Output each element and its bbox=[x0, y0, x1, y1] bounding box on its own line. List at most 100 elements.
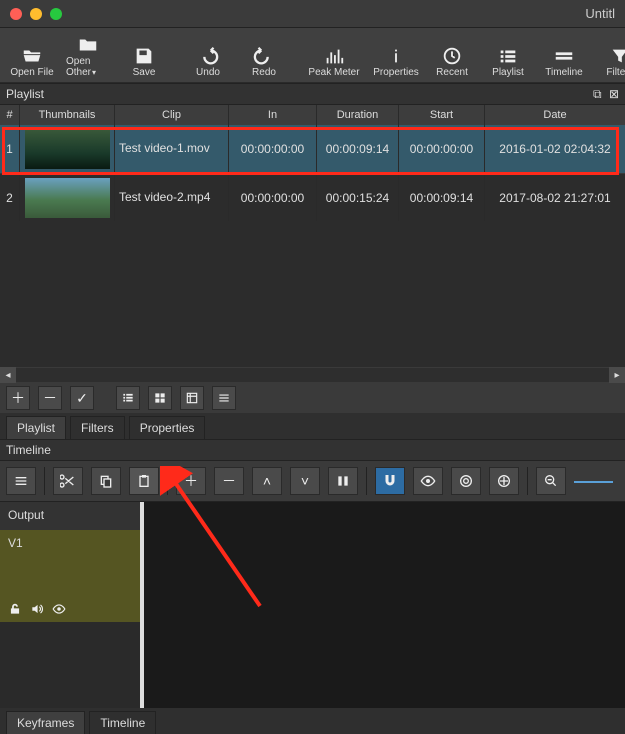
hamburger-icon bbox=[217, 391, 231, 405]
v1-label-text: V1 bbox=[8, 536, 23, 550]
titlebar: Untitl bbox=[0, 0, 625, 28]
scroll-right-button[interactable]: ▸ bbox=[609, 367, 625, 383]
panel-float-icon[interactable]: ⧉ bbox=[593, 87, 602, 101]
timeline-panel-header: Timeline bbox=[0, 439, 625, 461]
save-icon bbox=[133, 45, 155, 67]
save-label: Save bbox=[133, 67, 156, 78]
detail-view-icon bbox=[185, 391, 199, 405]
col-date[interactable]: Date bbox=[485, 105, 625, 125]
tab-filters[interactable]: Filters bbox=[70, 416, 125, 439]
list-icon bbox=[497, 45, 519, 67]
scroll-left-button[interactable]: ◂ bbox=[0, 367, 16, 383]
add-clip-button[interactable]: ＋ bbox=[6, 386, 30, 410]
append-button[interactable]: ＋ bbox=[176, 467, 206, 495]
playlist-panel-header: Playlist ⧉ ⊠ bbox=[0, 83, 625, 105]
tab-playlist[interactable]: Playlist bbox=[6, 416, 66, 439]
peak-meter-icon bbox=[323, 45, 345, 67]
playlist-panel-title: Playlist bbox=[6, 87, 44, 101]
timeline-toolbar: ＋ － ˄ ˅ bbox=[0, 461, 625, 502]
eye-icon bbox=[420, 473, 436, 489]
scroll-track[interactable] bbox=[16, 368, 609, 382]
open-other-label: Open Other▾ bbox=[66, 56, 110, 78]
playhead[interactable] bbox=[142, 502, 144, 708]
clipboard-icon bbox=[136, 473, 152, 489]
view-detail-button[interactable] bbox=[180, 386, 204, 410]
open-file-button[interactable]: Open File bbox=[6, 32, 58, 80]
v1-track-label[interactable]: V1 bbox=[0, 530, 140, 622]
copy-button[interactable] bbox=[91, 467, 121, 495]
zoom-out-button[interactable] bbox=[536, 467, 566, 495]
overwrite-button[interactable]: ˅ bbox=[290, 467, 320, 495]
target-icon bbox=[458, 473, 474, 489]
row-in: 00:00:00:00 bbox=[229, 125, 317, 173]
close-window-button[interactable] bbox=[10, 8, 22, 20]
timeline-tracks: Output V1 bbox=[0, 502, 625, 708]
col-start[interactable]: Start bbox=[399, 105, 485, 125]
properties-label: Properties bbox=[373, 67, 419, 78]
track-canvas[interactable] bbox=[142, 502, 625, 708]
hide-icon[interactable] bbox=[52, 602, 66, 616]
ripple-button[interactable] bbox=[451, 467, 481, 495]
col-duration[interactable]: Duration bbox=[317, 105, 399, 125]
tab-timeline[interactable]: Timeline bbox=[89, 711, 156, 734]
list-view-icon bbox=[121, 391, 135, 405]
col-index[interactable]: # bbox=[0, 105, 20, 125]
playlist-row[interactable]: 2 Test video-2.mp4 00:00:00:00 00:00:15:… bbox=[0, 173, 625, 221]
redo-label: Redo bbox=[252, 67, 276, 78]
filters-button[interactable]: Filters bbox=[594, 32, 625, 80]
col-thumbnails[interactable]: Thumbnails bbox=[20, 105, 115, 125]
view-menu-button[interactable] bbox=[212, 386, 236, 410]
cut-button[interactable] bbox=[53, 467, 83, 495]
scrub-button[interactable] bbox=[413, 467, 443, 495]
tab-properties[interactable]: Properties bbox=[129, 416, 206, 439]
col-in[interactable]: In bbox=[229, 105, 317, 125]
row-thumbnail bbox=[20, 125, 115, 173]
zoom-slider[interactable] bbox=[574, 480, 619, 482]
main-toolbar: Open File Open Other▾ Save Undo Redo Pea… bbox=[0, 28, 625, 83]
split-button[interactable] bbox=[328, 467, 358, 495]
view-list-button[interactable] bbox=[116, 386, 140, 410]
open-other-button[interactable]: Open Other▾ bbox=[62, 32, 114, 80]
row-date: 2016-01-02 02:04:32 bbox=[485, 125, 625, 173]
recent-label: Recent bbox=[436, 67, 468, 78]
zoom-window-button[interactable] bbox=[50, 8, 62, 20]
playlist-table: # Thumbnails Clip In Duration Start Date… bbox=[0, 105, 625, 367]
remove-clip-button[interactable]: － bbox=[38, 386, 62, 410]
undo-button[interactable]: Undo bbox=[182, 32, 234, 80]
tab-keyframes[interactable]: Keyframes bbox=[6, 711, 85, 734]
remove-button[interactable]: － bbox=[214, 467, 244, 495]
playlist-hscrollbar[interactable]: ◂ ▸ bbox=[0, 367, 625, 383]
scissors-icon bbox=[60, 473, 76, 489]
hamburger-icon bbox=[13, 473, 29, 489]
timeline-tabs: Keyframes Timeline bbox=[0, 708, 625, 734]
filters-label: Filters bbox=[606, 67, 625, 78]
lock-icon[interactable] bbox=[8, 602, 22, 616]
mute-icon[interactable] bbox=[30, 602, 44, 616]
snap-button[interactable] bbox=[375, 467, 405, 495]
output-track-label[interactable]: Output bbox=[0, 502, 140, 530]
col-clip[interactable]: Clip bbox=[115, 105, 229, 125]
timeline-button[interactable]: Timeline bbox=[538, 32, 590, 80]
playlist-label: Playlist bbox=[492, 67, 524, 78]
row-clip: Test video-1.mov bbox=[115, 125, 229, 173]
playlist-row[interactable]: 1 Test video-1.mov 00:00:00:00 00:00:09:… bbox=[0, 125, 625, 173]
peak-meter-button[interactable]: Peak Meter bbox=[302, 32, 366, 80]
paste-button[interactable] bbox=[129, 467, 159, 495]
save-button[interactable]: Save bbox=[118, 32, 170, 80]
minimize-window-button[interactable] bbox=[30, 8, 42, 20]
playlist-actions: ＋ － ✓ bbox=[0, 383, 625, 413]
lift-button[interactable]: ˄ bbox=[252, 467, 282, 495]
timeline-menu-button[interactable] bbox=[6, 467, 36, 495]
redo-button[interactable]: Redo bbox=[238, 32, 290, 80]
playlist-button[interactable]: Playlist bbox=[482, 32, 534, 80]
recent-button[interactable]: Recent bbox=[426, 32, 478, 80]
window-title: Untitl bbox=[585, 6, 615, 21]
row-start: 00:00:09:14 bbox=[399, 174, 485, 221]
ripple-all-button[interactable] bbox=[489, 467, 519, 495]
peak-meter-label: Peak Meter bbox=[308, 67, 359, 78]
panel-close-icon[interactable]: ⊠ bbox=[609, 87, 619, 101]
properties-button[interactable]: Properties bbox=[370, 32, 422, 80]
update-clip-button[interactable]: ✓ bbox=[70, 386, 94, 410]
view-grid-button[interactable] bbox=[148, 386, 172, 410]
playlist-body: 1 Test video-1.mov 00:00:00:00 00:00:09:… bbox=[0, 125, 625, 367]
